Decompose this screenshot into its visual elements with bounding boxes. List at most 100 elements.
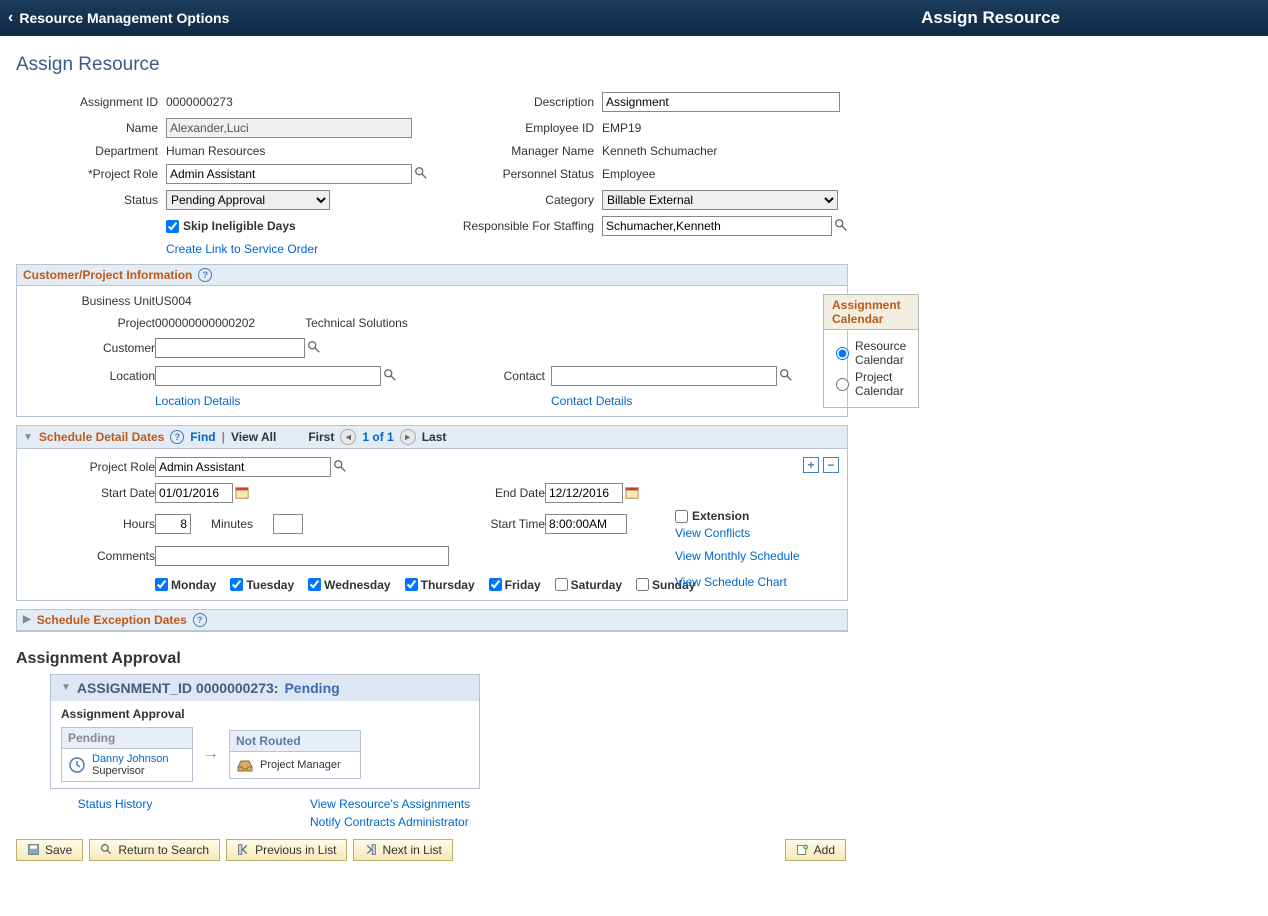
end-date-input[interactable] [545,483,623,503]
minutes-input[interactable] [273,514,303,534]
save-button[interactable]: Save [16,839,83,861]
friday-checkbox[interactable] [489,578,502,591]
skip-label: Skip Ineligible Days [183,219,296,233]
remove-row-button[interactable]: − [823,457,839,473]
customer-input[interactable] [155,338,305,358]
customer-section-title: Customer/Project Information [23,268,192,282]
help-icon[interactable]: ? [193,613,207,627]
step1-name[interactable]: Danny Johnson [92,753,168,765]
count-label[interactable]: 1 of 1 [362,430,393,444]
search-icon[interactable] [383,368,397,385]
return-button[interactable]: Return to Search [89,839,220,861]
add-button[interactable]: Add [785,839,846,861]
main-form: Assignment ID 0000000273 Description Nam… [16,92,1252,256]
bu-value: US004 [155,294,495,308]
status-select[interactable]: Pending Approval [166,190,330,210]
arrow-icon: → [203,745,219,763]
collapse-icon[interactable]: ▼ [61,682,71,693]
contact-label: Contact [495,369,545,383]
skip-checkbox[interactable] [166,220,179,233]
category-select[interactable]: Billable External [602,190,838,210]
prev-nav-icon[interactable]: ◄ [340,429,356,445]
thursday-checkbox[interactable] [405,578,418,591]
help-icon[interactable]: ? [170,430,184,444]
project-role-input[interactable] [166,164,412,184]
sunday-checkbox[interactable] [636,578,649,591]
help-icon[interactable]: ? [198,268,212,282]
approval-box: ▼ ASSIGNMENT_ID 0000000273:Pending Assig… [50,674,480,789]
search-icon[interactable] [779,368,793,385]
collapse-icon[interactable]: ▼ [23,432,33,443]
status-label: Status [16,193,158,207]
location-input[interactable] [155,366,381,386]
employee-id-value: EMP19 [602,121,852,135]
responsible-label: Responsible For Staffing [444,219,594,233]
search-icon[interactable] [414,166,428,183]
viewall-label: View All [231,430,276,444]
search-icon[interactable] [307,340,321,357]
name-label: Name [16,121,158,135]
approval-sub: Assignment Approval [61,707,469,721]
header-title: Assign Resource [921,8,1060,28]
contact-input[interactable] [551,366,777,386]
next-nav-icon[interactable]: ► [400,429,416,445]
sched-role-input[interactable] [155,457,331,477]
project-value: 000000000000202 [155,316,255,330]
comments-input[interactable] [155,546,449,566]
first-label: First [308,430,334,444]
personnel-label: Personnel Status [444,167,594,181]
tuesday-checkbox[interactable] [230,578,243,591]
extension-checkbox[interactable] [675,510,688,523]
search-icon[interactable] [333,459,347,476]
resource-calendar-radio[interactable] [836,347,849,360]
view-monthly-link[interactable]: View Monthly Schedule [675,549,800,563]
view-conflicts-link[interactable]: View Conflicts [675,526,750,540]
approval-step-not-routed: Not Routed Project Manager [229,730,361,779]
minutes-label: Minutes [211,517,253,531]
view-chart-link[interactable]: View Schedule Chart [675,575,787,589]
expand-icon[interactable]: ▶ [23,614,31,625]
status-history-link[interactable]: Status History [78,797,153,811]
find-link[interactable]: Find [190,430,215,444]
contact-details-link[interactable]: Contact Details [551,394,632,408]
comments-label: Comments [25,549,155,563]
notify-contracts-link[interactable]: Notify Contracts Administrator [310,815,469,829]
page-title: Assign Resource [16,54,1252,76]
monday-checkbox[interactable] [155,578,168,591]
customer-label: Customer [25,341,155,355]
calendar-icon[interactable] [235,486,249,500]
view-assignments-link[interactable]: View Resource's Assignments [310,797,470,811]
saturday-checkbox[interactable] [555,578,568,591]
assignment-id-value: 0000000273 [166,95,436,109]
description-label: Description [444,95,594,109]
project-calendar-radio[interactable] [836,378,849,391]
assignment-calendar-box: Assignment Calendar Resource Calendar Pr… [823,294,919,408]
step2-title: Not Routed [230,731,360,752]
start-date-input[interactable] [155,483,233,503]
sched-role-label: Project Role [25,460,155,474]
next-button[interactable]: Next in List [353,839,452,861]
back-label: Resource Management Options [19,10,229,26]
prev-button[interactable]: Previous in List [226,839,347,861]
resource-calendar-label: Resource Calendar [855,339,906,367]
project-calendar-label: Project Calendar [855,370,906,398]
approval-step-pending: Pending Danny JohnsonSupervisor [61,727,193,782]
calendar-icon[interactable] [625,486,639,500]
hours-input[interactable] [155,514,191,534]
approval-header-status: Pending [284,680,339,696]
service-order-link[interactable]: Create Link to Service Order [166,242,318,256]
name-input [166,118,412,138]
location-details-link[interactable]: Location Details [155,394,240,408]
assignment-id-label: Assignment ID [16,95,158,109]
schedule-title: Schedule Detail Dates [39,430,164,444]
start-time-input[interactable] [545,514,627,534]
exception-title: Schedule Exception Dates [37,613,187,627]
add-row-button[interactable]: + [803,457,819,473]
description-input[interactable] [602,92,840,112]
wednesday-checkbox[interactable] [308,578,321,591]
inbox-icon [236,756,254,774]
back-button[interactable]: ‹ Resource Management Options [8,9,229,27]
search-icon[interactable] [834,218,848,235]
responsible-input[interactable] [602,216,832,236]
hours-label: Hours [25,517,155,531]
